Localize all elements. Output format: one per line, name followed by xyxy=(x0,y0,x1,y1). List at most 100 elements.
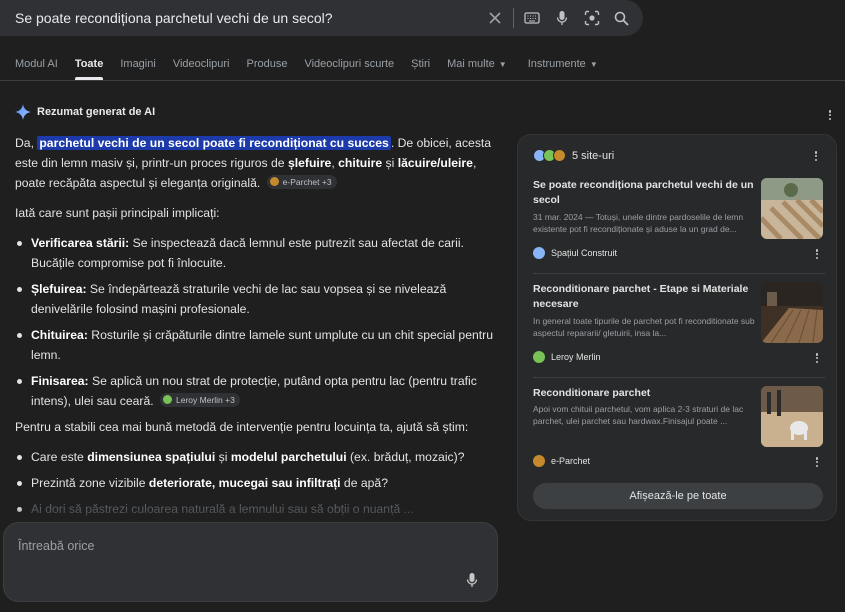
step-title: Șlefuirea: xyxy=(31,282,87,296)
step-text: Rosturile și crăpăturile dintre lamele s… xyxy=(31,328,493,362)
list-item: Care este dimensiunea spațiului și model… xyxy=(15,447,495,467)
step-text: Se îndepărtează straturile vechi de lac … xyxy=(31,282,447,316)
source-card-snippet: In general toate tipurile de parchet pot… xyxy=(533,316,755,338)
question-text: (ex. brăduț, mozaic)? xyxy=(346,450,465,464)
question-text: Care este xyxy=(31,450,88,464)
list-item: Șlefuirea: Se îndepărtează straturile ve… xyxy=(15,279,495,319)
tab-tools-label: Instrumente xyxy=(527,58,586,70)
more-options-icon[interactable] xyxy=(811,351,823,365)
show-all-button[interactable]: Afișează-le pe toate xyxy=(533,483,823,509)
leroy-merlin-favicon-icon xyxy=(163,395,173,404)
intro-bold: lăcuire/uleire xyxy=(397,156,473,170)
source-card-site-name: Leroy Merlin xyxy=(551,352,601,362)
source-card-site[interactable]: Leroy Merlin xyxy=(533,351,601,363)
intro-text: Da, xyxy=(15,136,38,150)
steps-list: Verificarea stării: Se inspectează dacă … xyxy=(15,233,495,411)
source-chip[interactable]: e-Parchet +3 xyxy=(266,174,337,189)
step-text: Se aplică un nou strat de protecție, put… xyxy=(31,374,477,408)
card-divider xyxy=(533,273,825,274)
search-divider xyxy=(513,8,514,28)
source-card-site[interactable]: Spațiul Construit xyxy=(533,247,617,259)
sources-header[interactable]: 5 site-uri xyxy=(533,149,614,162)
ask-input-box[interactable]: Întreabă orice xyxy=(3,522,498,602)
source-card-thumbnail[interactable] xyxy=(761,282,823,343)
search-icon[interactable] xyxy=(612,9,630,27)
source-card-title[interactable]: Reconditionare parchet - Etape si Materi… xyxy=(533,282,755,312)
more-options-icon[interactable] xyxy=(811,455,823,469)
tabs-divider xyxy=(0,80,845,81)
source-card-thumbnail[interactable] xyxy=(761,178,823,239)
eparchet-favicon-icon xyxy=(553,149,566,162)
eparchet-favicon-icon xyxy=(533,455,545,467)
source-card[interactable]: Se poate recondiționa parchetul vechi de… xyxy=(533,178,825,268)
question-text: Prezintă zone vizibile xyxy=(31,476,149,490)
mic-icon[interactable] xyxy=(466,572,478,593)
list-item: Chituirea: Rosturile și crăpăturile dint… xyxy=(15,325,495,365)
source-card-site[interactable]: e-Parchet xyxy=(533,455,590,467)
tab-short-videos[interactable]: Videoclipuri scurte xyxy=(304,58,394,70)
question-bold: deteriorate, mucegai sau infiltrați xyxy=(148,476,341,490)
leroy-merlin-favicon-icon xyxy=(533,351,545,363)
chevron-down-icon: ▼ xyxy=(498,60,507,69)
list-item: Verificarea stării: Se inspectează dacă … xyxy=(15,233,495,273)
ai-overview-title: Rezumat generat de AI xyxy=(37,106,156,118)
ai-overview-header: Rezumat generat de AI xyxy=(15,104,155,120)
tab-all[interactable]: Toate xyxy=(74,58,103,80)
chevron-down-icon: ▼ xyxy=(589,60,598,69)
source-card-thumbnail[interactable] xyxy=(761,386,823,447)
gemini-sparkle-icon xyxy=(15,104,31,120)
lens-icon[interactable] xyxy=(583,9,601,27)
step-title: Finisarea: xyxy=(31,374,89,388)
list-item: Prezintă zone vizibile deteriorate, muce… xyxy=(15,473,495,493)
sources-panel: 5 site-uri Se poate recondiționa parchet… xyxy=(517,134,837,521)
ask-input[interactable]: Întreabă orice xyxy=(18,539,94,553)
more-options-icon[interactable] xyxy=(811,247,823,261)
source-card-snippet: 31 mar. 2024 — Totuși, unele dintre pard… xyxy=(533,212,744,234)
intro-highlight: parchetul vechi de un secol poate fi rec… xyxy=(37,136,391,150)
source-card-snippet: Apoi vom chituii parchetul, vom aplica 2… xyxy=(533,404,744,426)
question-text: de apă? xyxy=(340,476,388,490)
search-input[interactable]: Se poate recondiționa parchetul vechi de… xyxy=(15,10,333,26)
tab-news[interactable]: Știri xyxy=(411,58,430,70)
source-card-title[interactable]: Se poate recondiționa parchetul vechi de… xyxy=(533,178,755,208)
search-tabs: Modul AI Toate Imagini Videoclipuri Prod… xyxy=(15,58,615,80)
question-bold: dimensiunea spațiului xyxy=(87,450,216,464)
mic-icon[interactable] xyxy=(553,9,571,27)
tab-images[interactable]: Imagini xyxy=(120,58,155,70)
question-bold: modelul parchetului xyxy=(230,450,347,464)
tab-videos[interactable]: Videoclipuri xyxy=(173,58,230,70)
step-title: Verificarea stării: xyxy=(31,236,130,250)
source-card-site-name: Spațiul Construit xyxy=(551,248,618,258)
list-item: Finisarea: Se aplică un nou strat de pro… xyxy=(15,371,495,411)
source-chip[interactable]: Leroy Merlin +3 xyxy=(160,392,240,407)
steps-intro: Iată care sunt pașii principali implicaț… xyxy=(15,206,220,220)
source-chip-label: Leroy Merlin +3 xyxy=(176,394,235,405)
source-card[interactable]: Reconditionare parchet - Etape si Materi… xyxy=(533,282,825,372)
spatiul-favicon-icon xyxy=(533,247,545,259)
card-divider xyxy=(533,377,825,378)
question-text: și xyxy=(215,450,231,464)
followup-paragraph: Pentru a stabili cea mai bună metodă de … xyxy=(15,420,469,434)
source-chip-label: e-Parchet +3 xyxy=(282,176,332,187)
intro-text: și xyxy=(382,156,398,170)
more-options-icon[interactable] xyxy=(810,149,822,163)
eparchet-favicon-icon xyxy=(269,177,279,186)
intro-bold: șlefuire xyxy=(287,156,332,170)
close-icon[interactable] xyxy=(486,9,504,27)
source-card-title[interactable]: Reconditionare parchet xyxy=(533,386,755,401)
tab-ai-mode[interactable]: Modul AI xyxy=(15,58,58,70)
tab-more[interactable]: Mai multe ▼ xyxy=(447,58,507,70)
tab-tools[interactable]: Instrumente ▼ xyxy=(528,58,598,70)
step-title: Chituirea: xyxy=(31,328,88,342)
tab-more-label: Mai multe xyxy=(447,58,495,70)
keyboard-icon[interactable] xyxy=(523,9,541,27)
tab-products[interactable]: Produse xyxy=(246,58,287,70)
source-favicons xyxy=(533,149,566,162)
more-options-icon[interactable] xyxy=(824,108,836,122)
ai-overview-content: Da, parchetul vechi de un secol poate fi… xyxy=(15,133,495,525)
sources-count: 5 site-uri xyxy=(572,149,615,162)
source-card[interactable]: Reconditionare parchet Apoi vom chituii … xyxy=(533,386,825,476)
source-card-site-name: e-Parchet xyxy=(551,456,591,466)
search-bar[interactable]: Se poate recondiționa parchetul vechi de… xyxy=(0,0,643,36)
ai-intro-paragraph: Da, parchetul vechi de un secol poate fi… xyxy=(15,133,495,193)
